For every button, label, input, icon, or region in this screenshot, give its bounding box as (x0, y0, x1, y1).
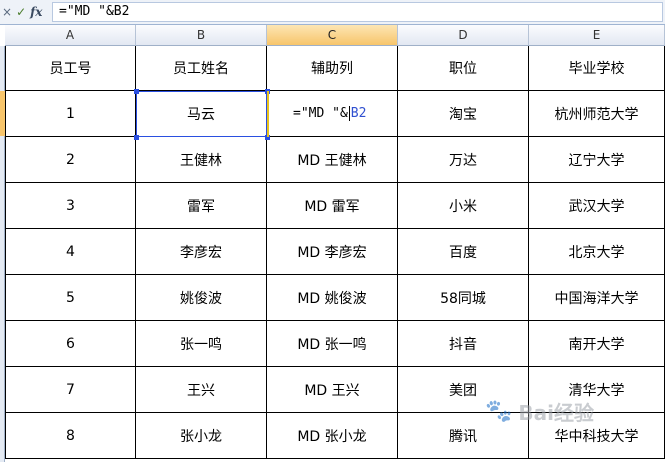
table-header-cell[interactable]: 毕业学校 (529, 46, 665, 91)
table-cell[interactable]: MD 张小龙 (267, 413, 398, 459)
table-cell[interactable]: 清华大学 (529, 367, 665, 413)
table-cell[interactable]: 张一鸣 (136, 321, 267, 367)
formula-bar: × ✓ fx ="MD "&B2 (0, 0, 665, 25)
reference-handle[interactable] (265, 135, 270, 140)
reference-handle[interactable] (134, 89, 139, 94)
table-cell[interactable]: MD 李彦宏 (267, 229, 398, 275)
table-cell[interactable]: 李彦宏 (136, 229, 267, 275)
editing-formula-reference: B2 (350, 106, 367, 121)
table-cell[interactable]: 姚俊波 (136, 275, 267, 321)
editing-cell[interactable]: ="MD "& B2 (267, 91, 398, 137)
table-cell[interactable]: 南开大学 (529, 321, 665, 367)
table-cell[interactable]: MD 姚俊波 (267, 275, 398, 321)
table-cell[interactable]: MD 张一鸣 (267, 321, 398, 367)
confirm-icon[interactable]: ✓ (16, 2, 26, 22)
table-cell[interactable]: 王兴 (136, 367, 267, 413)
table-cell[interactable]: 58同城 (398, 275, 529, 321)
column-header-a[interactable]: A (5, 25, 136, 46)
reference-handle[interactable] (265, 89, 270, 94)
table-cell[interactable]: MD 王兴 (267, 367, 398, 413)
table-cell[interactable]: 百度 (398, 229, 529, 275)
table-cell[interactable]: 8 (5, 413, 136, 459)
table-cell[interactable]: 小米 (398, 183, 529, 229)
table-cell[interactable]: MD 王健林 (267, 137, 398, 183)
table-cell[interactable]: 中国海洋大学 (529, 275, 665, 321)
table-cell[interactable]: 杭州师范大学 (529, 91, 665, 137)
table-cell[interactable]: 武汉大学 (529, 183, 665, 229)
table-cell[interactable]: 3 (5, 183, 136, 229)
table-header-cell[interactable]: 辅助列 (267, 46, 398, 91)
table-cell[interactable]: 王健林 (136, 137, 267, 183)
formula-bar-buttons: × ✓ fx (0, 2, 52, 22)
formula-input[interactable]: ="MD "&B2 (52, 2, 663, 22)
table-cell[interactable]: 华中科技大学 (529, 413, 665, 459)
editing-formula-text: ="MD "& (293, 106, 348, 121)
table-cell[interactable]: 7 (5, 367, 136, 413)
column-header-b[interactable]: B (136, 25, 267, 46)
column-header-e[interactable]: E (529, 25, 665, 46)
table-cell[interactable]: 北京大学 (529, 229, 665, 275)
table-header-cell[interactable]: 职位 (398, 46, 529, 91)
table-cell[interactable]: 腾讯 (398, 413, 529, 459)
column-header-c[interactable]: C (267, 25, 398, 46)
table-cell[interactable]: 雷军 (136, 183, 267, 229)
table-cell[interactable]: 淘宝 (398, 91, 529, 137)
table-cell[interactable]: 4 (5, 229, 136, 275)
table-cell[interactable]: 抖音 (398, 321, 529, 367)
insert-function-icon[interactable]: fx (30, 2, 42, 22)
table-header-cell[interactable]: 员工姓名 (136, 46, 267, 91)
table-cell[interactable]: 万达 (398, 137, 529, 183)
table-cell[interactable]: 马云 (136, 91, 267, 137)
table-header-cell[interactable]: 员工号 (5, 46, 136, 91)
column-headers: ABCDE (0, 25, 665, 46)
text-caret (348, 106, 350, 121)
table-cell[interactable]: 张小龙 (136, 413, 267, 459)
table-cell[interactable]: 美团 (398, 367, 529, 413)
table-cell[interactable]: 1 (5, 91, 136, 137)
table-cell[interactable]: 辽宁大学 (529, 137, 665, 183)
table-cell[interactable]: MD 雷军 (267, 183, 398, 229)
table-cell[interactable]: 2 (5, 137, 136, 183)
reference-handle[interactable] (134, 135, 139, 140)
table-cell[interactable]: 6 (5, 321, 136, 367)
table-cell[interactable]: 5 (5, 275, 136, 321)
column-header-d[interactable]: D (398, 25, 529, 46)
cancel-icon[interactable]: × (2, 2, 12, 22)
